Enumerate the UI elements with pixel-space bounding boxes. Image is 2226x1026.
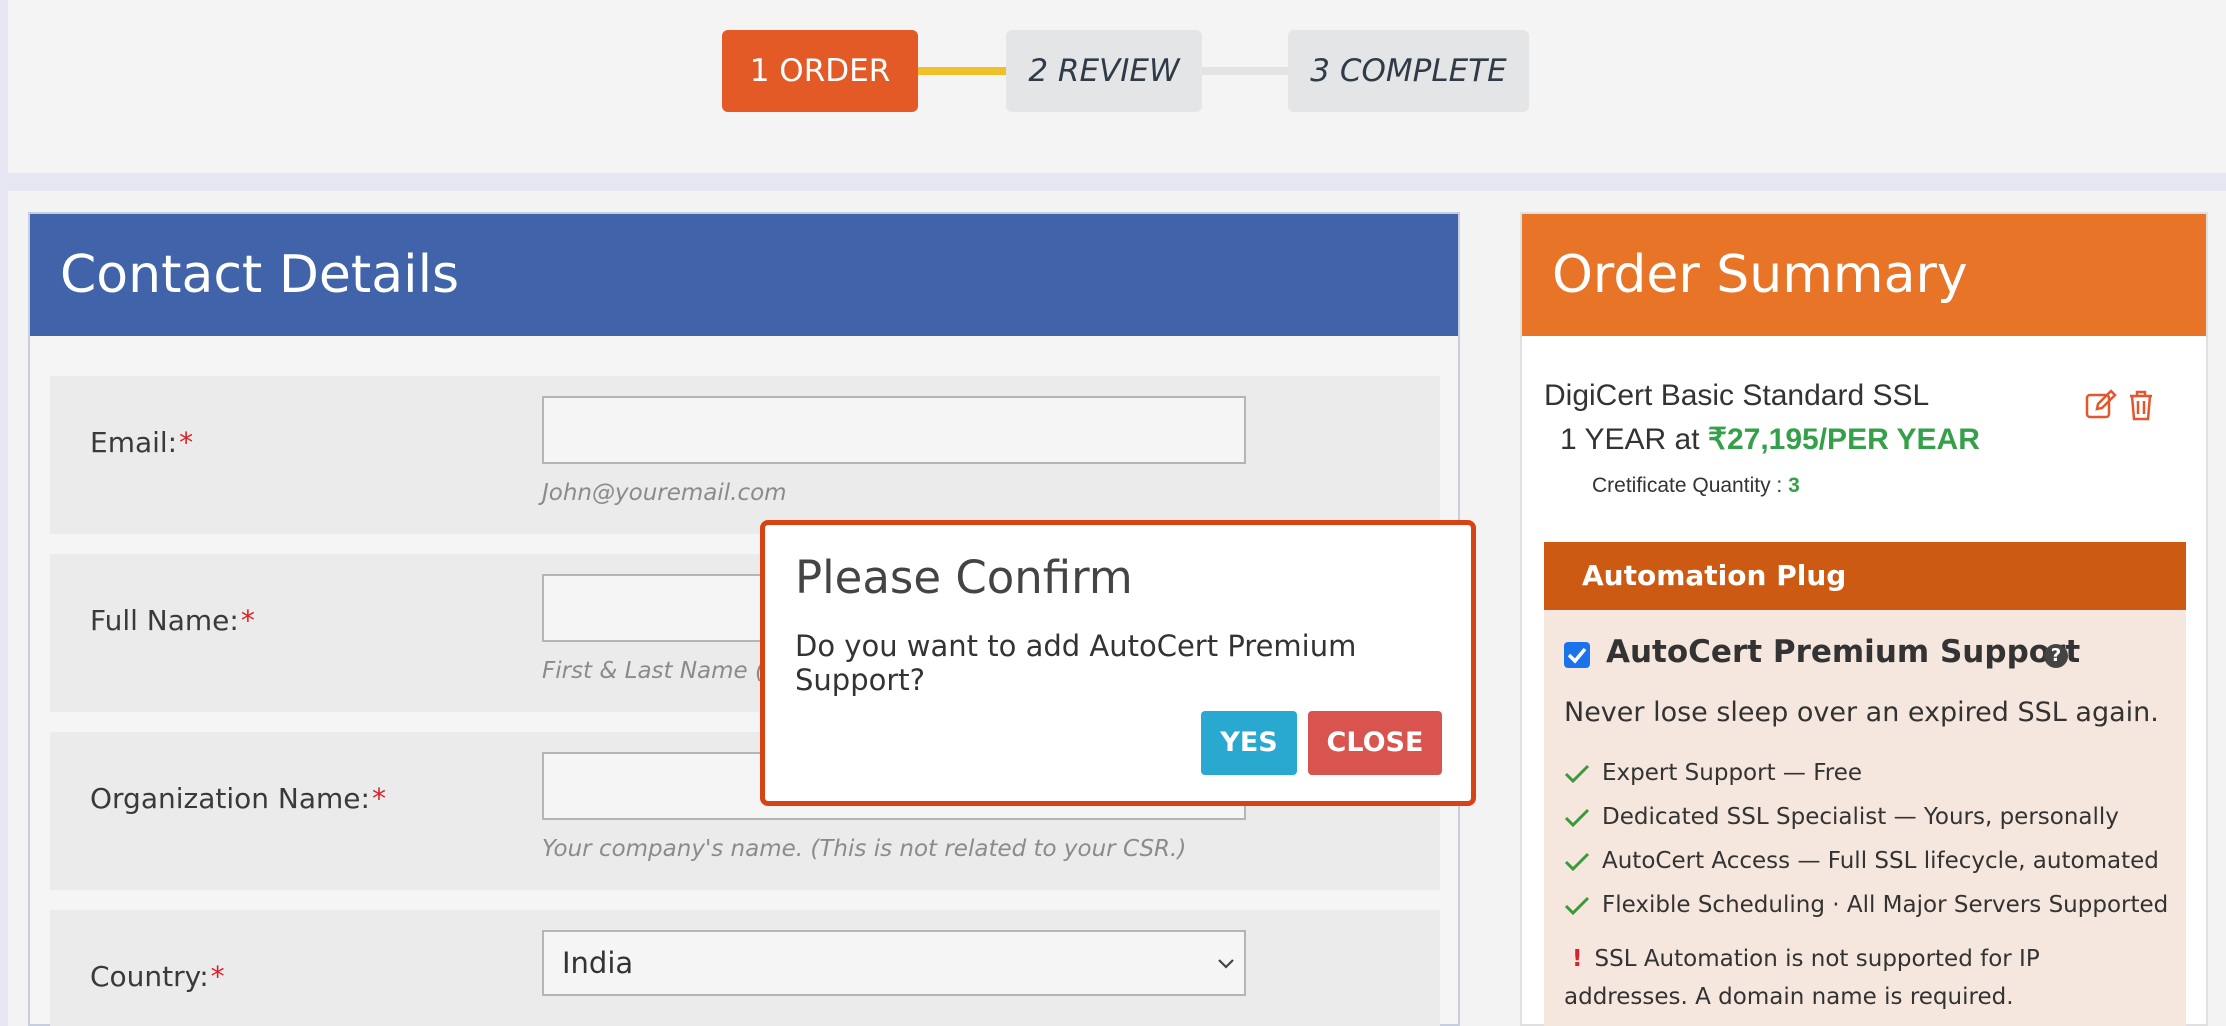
email-help: John@youremail.com — [542, 480, 787, 506]
step-connector-done — [918, 67, 1006, 75]
country-select[interactable]: India — [542, 930, 1246, 996]
product-price: 1 YEAR at ₹27,195/PER YEAR — [1560, 423, 1980, 456]
email-field[interactable] — [542, 396, 1246, 464]
contact-details-title: Contact Details — [30, 214, 1458, 336]
ip-address-warning: ! SSL Automation is not supported for IP … — [1564, 946, 2040, 1010]
country-row: Country:* India — [50, 910, 1440, 1026]
organization-label: Organization Name:* — [90, 782, 386, 815]
yes-button[interactable]: YES — [1201, 711, 1297, 775]
automation-plug-title: Automation Plug — [1544, 542, 2186, 610]
product-name: DigiCert Basic Standard SSL — [1544, 379, 1930, 412]
checkbox-checkmark-icon — [1567, 647, 1587, 664]
step-connector-pending — [1202, 67, 1288, 75]
checkmark-icon — [1564, 764, 1590, 783]
feature-item: Flexible Scheduling · All Major Servers … — [1564, 892, 2168, 918]
country-selected-value: India — [562, 946, 634, 980]
confirm-dialog: Please Confirm Do you want to add AutoCe… — [760, 520, 1476, 806]
email-label: Email:* — [90, 426, 194, 459]
autocert-product-label: AutoCert Premium Support — [1606, 634, 2081, 670]
chevron-down-icon — [1218, 959, 1234, 969]
confirm-dialog-title: Please Confirm — [795, 551, 1133, 604]
feature-item: AutoCert Access — Full SSL lifecycle, au… — [1564, 848, 2159, 874]
order-summary-panel: Order Summary DigiCert Basic Standard SS… — [1520, 212, 2208, 1026]
step-complete: 3 COMPLETE — [1288, 30, 1529, 112]
checkmark-icon — [1564, 852, 1590, 871]
feature-item: Expert Support — Free — [1564, 760, 1862, 786]
price-amount: ₹27,195/PER YEAR — [1707, 423, 1980, 456]
edit-icon[interactable] — [2084, 388, 2118, 422]
checkmark-icon — [1564, 808, 1590, 827]
close-button[interactable]: CLOSE — [1308, 711, 1442, 775]
order-summary-title: Order Summary — [1522, 214, 2206, 336]
email-row: Email:* John@youremail.com — [50, 376, 1440, 534]
full-name-label: Full Name:* — [90, 604, 255, 637]
organization-help: Your company's name. (This is not relate… — [542, 836, 1187, 862]
autocert-tagline: Never lose sleep over an expired SSL aga… — [1564, 697, 2159, 728]
checkmark-icon — [1564, 896, 1590, 915]
step-order: 1 ORDER — [722, 30, 918, 112]
country-label: Country:* — [90, 960, 225, 993]
step-review: 2 REVIEW — [1006, 30, 1202, 112]
confirm-dialog-message: Do you want to add AutoCert Premium Supp… — [795, 629, 1357, 697]
help-icon[interactable]: ? — [2044, 644, 2068, 668]
autocert-checkbox[interactable] — [1564, 642, 1590, 668]
warning-icon: ! — [1572, 946, 1583, 972]
trash-icon[interactable] — [2124, 388, 2158, 422]
automation-plug-box: Automation Plug AutoCert Premium Support… — [1544, 542, 2186, 1026]
quantity-value: 3 — [1788, 474, 1800, 497]
feature-item: Dedicated SSL Specialist — Yours, person… — [1564, 804, 2119, 830]
certificate-quantity: Cretificate Quantity : 3 — [1592, 474, 1800, 497]
progress-steps: 1 ORDER 2 REVIEW 3 COMPLETE — [8, 0, 2226, 173]
